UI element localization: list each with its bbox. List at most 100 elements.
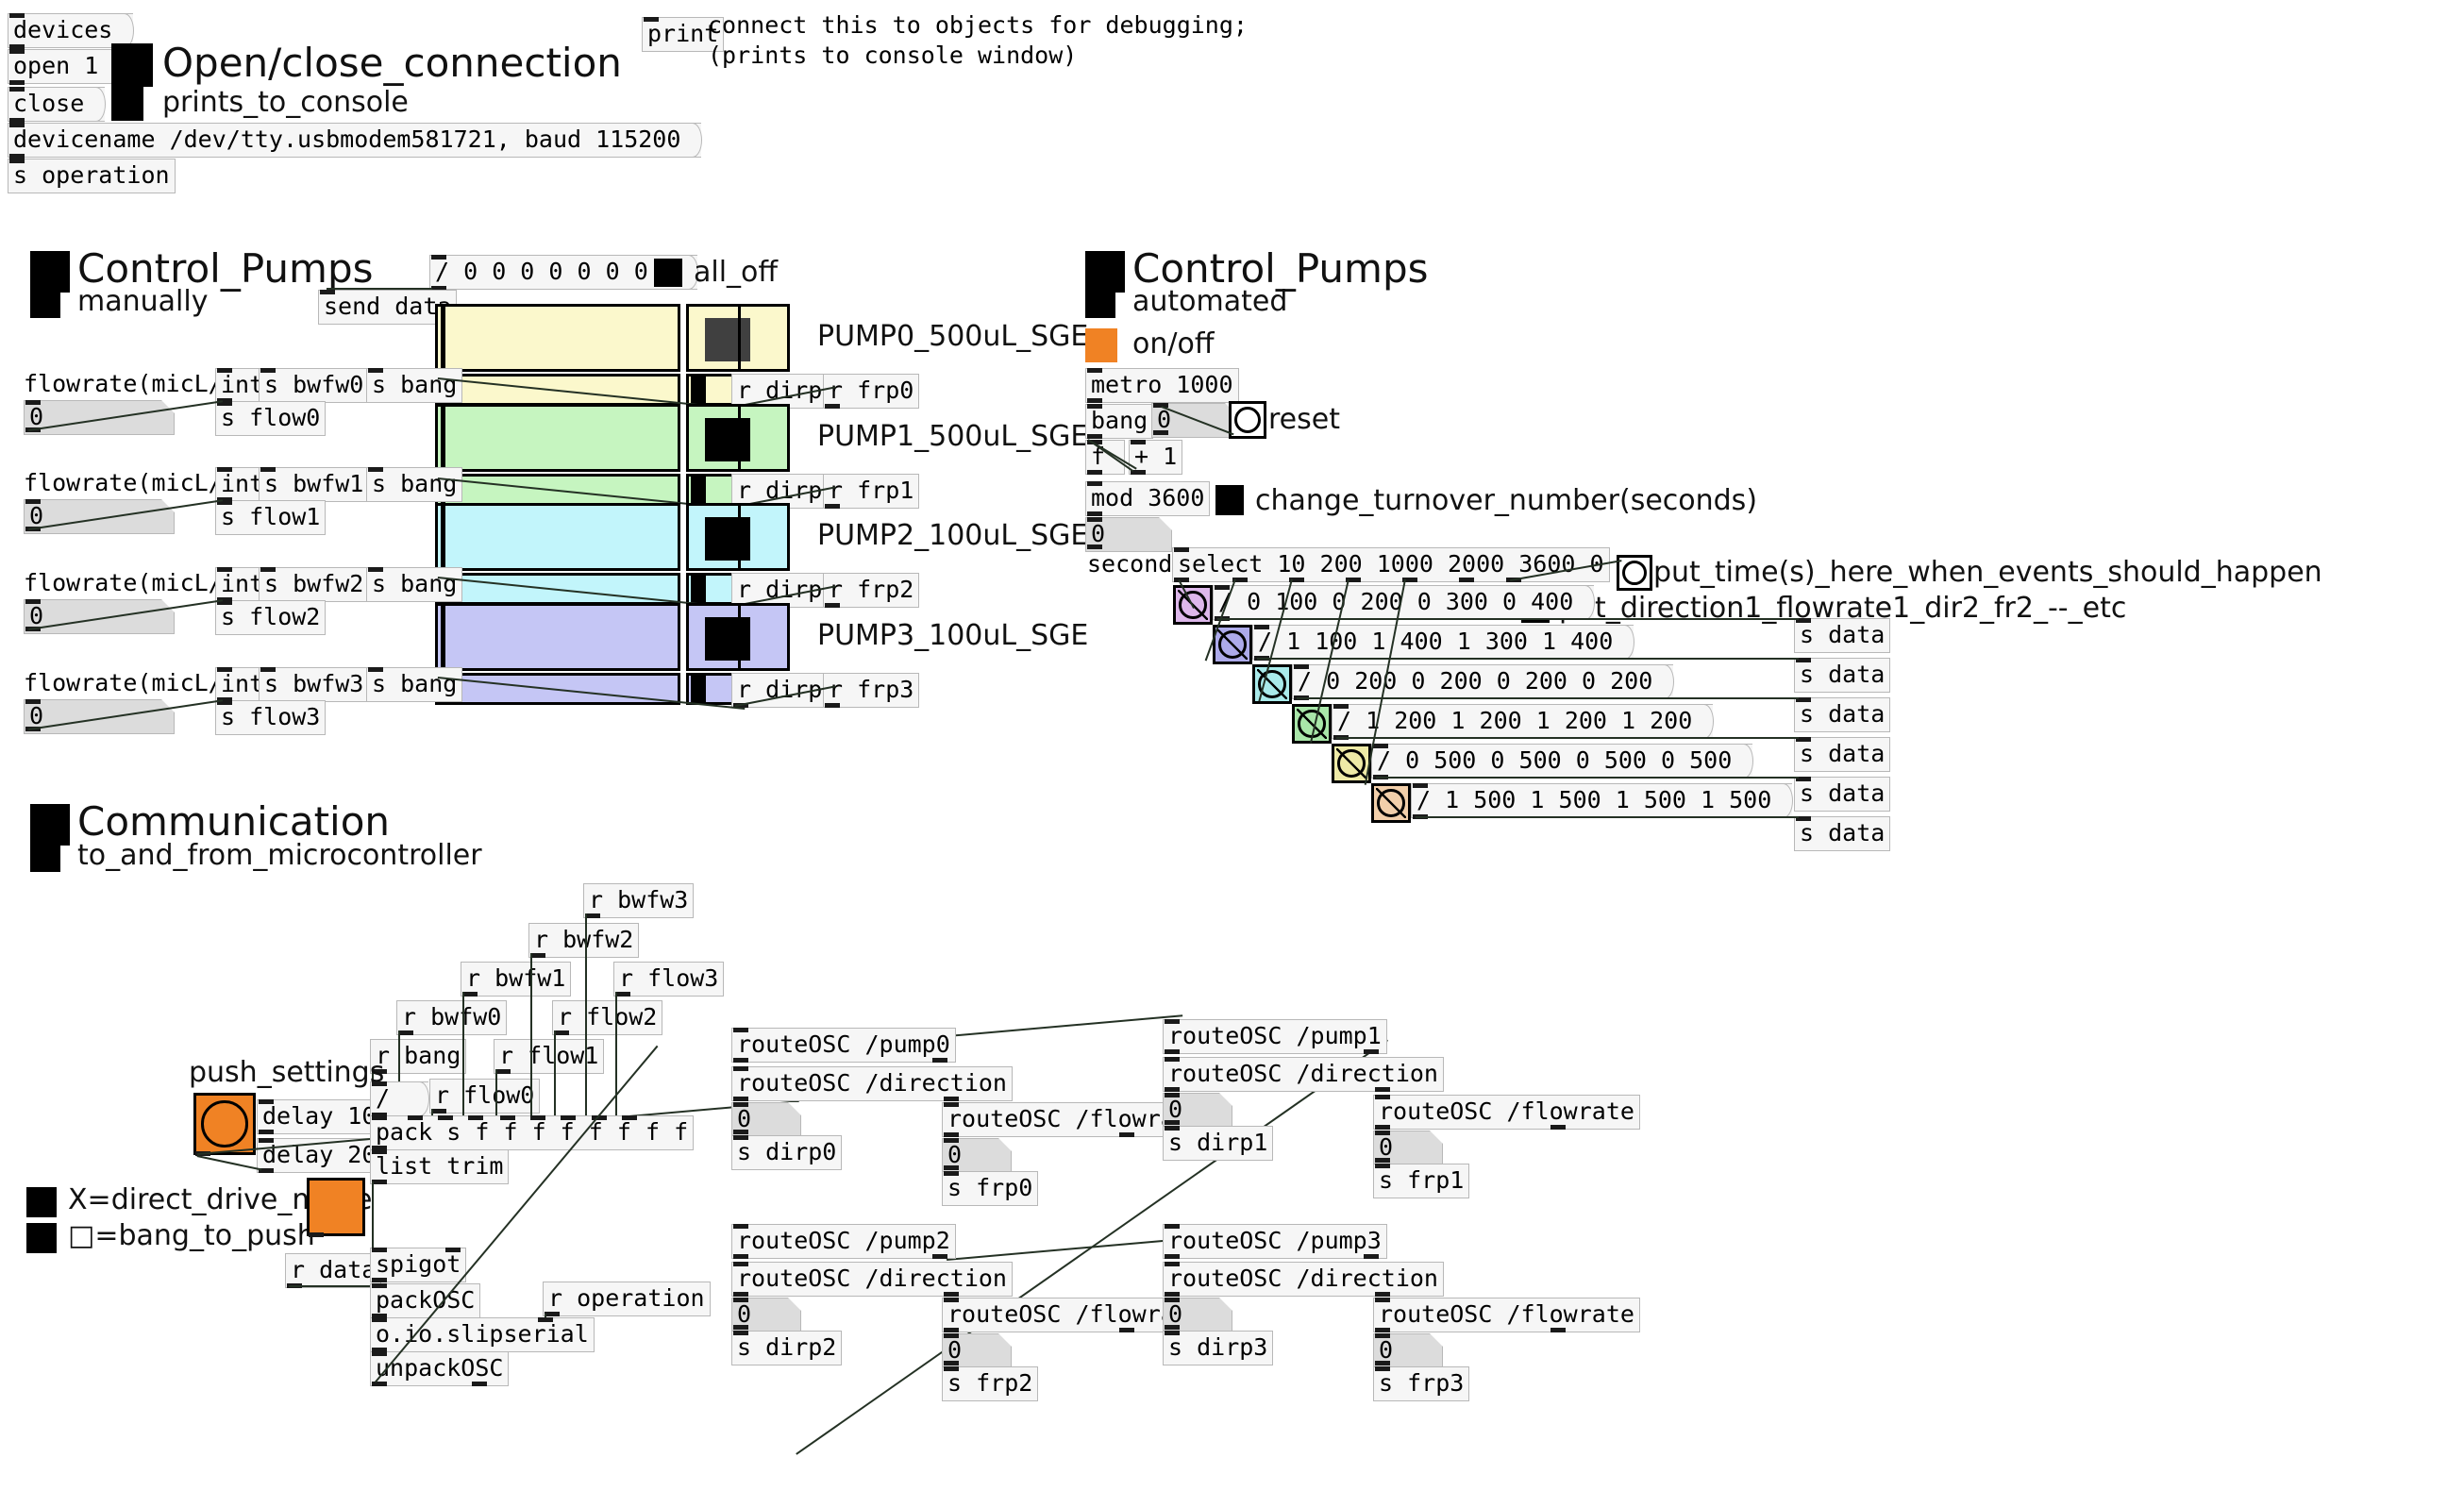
close-message[interactable]: close [8,87,107,122]
patch-cord [585,913,587,1116]
pump1-flowrate-number[interactable]: 0 [24,499,175,534]
automated-subtitle-toggle[interactable] [1085,286,1115,318]
pump2-direction-toggle[interactable] [686,503,790,571]
send-dirp2-object[interactable]: s dirp2 [731,1331,843,1365]
inlet [1087,368,1102,373]
routeosc-direction2-object[interactable]: routeOSC /direction [731,1262,1013,1297]
routeosc-pump1-object[interactable]: routeOSC /pump1 [1163,1019,1387,1054]
slash-message[interactable]: / [370,1081,429,1116]
event-4-message[interactable]: / 0 500 0 500 0 500 0 500 [1371,744,1754,779]
outlet [944,1165,959,1170]
pump2-flowrate-slider[interactable] [435,503,680,571]
pump3-flowrate-number[interactable]: 0 [24,699,175,734]
send-frp3-object[interactable]: s frp3 [1373,1366,1470,1401]
pump0-send-bwfw[interactable]: s bwfw0 [259,368,370,403]
inlet [944,1366,959,1371]
connection-subtitle-toggle[interactable] [111,87,143,121]
outlet [944,1361,959,1365]
slider-knob [441,407,445,469]
open-message[interactable]: open 1 [8,49,121,84]
receive-operation-object[interactable]: r operation [543,1282,711,1316]
pump1-flowrate-slider[interactable] [435,404,680,472]
pump1-send-bang[interactable]: s bang [366,467,463,502]
event-1-message[interactable]: / 1 100 1 400 1 300 1 400 [1252,625,1635,660]
outlet [825,703,840,708]
event-2-message[interactable]: / 0 200 0 200 0 200 0 200 [1292,664,1675,699]
mod-object[interactable]: mod 3600 [1085,481,1211,516]
direct-drive-toggle-large[interactable] [307,1178,365,1236]
send-operation-object[interactable]: s operation [8,159,176,193]
event-2-send-data[interactable]: s data [1794,697,1891,732]
pump1-send-flow[interactable]: s flow1 [215,500,327,535]
bang-to-push-toggle[interactable] [26,1223,57,1253]
pump0-flowrate-slider[interactable] [435,304,680,372]
event-3-message[interactable]: / 1 200 1 200 1 200 1 200 [1332,704,1715,739]
pump2-label: PUMP2_100uL_SGE [817,519,1089,552]
connection-title-toggle[interactable] [111,43,153,87]
send-dirp3-object[interactable]: s dirp3 [1163,1331,1274,1365]
put-time-bang[interactable] [1617,555,1652,591]
pump3-label: PUMP3_100uL_SGE [817,619,1089,652]
inlet [1165,1057,1180,1062]
slider-knob [441,307,445,369]
routeosc-flowrate3-object[interactable]: routeOSC /flowrate [1373,1298,1640,1332]
devicename-message[interactable]: devicename /dev/tty.usbmodem581721, baud… [8,123,703,158]
routeosc-direction3-object[interactable]: routeOSC /direction [1163,1262,1444,1297]
inlet [372,1248,387,1252]
communication-subtitle-toggle[interactable] [30,840,60,872]
routeosc-direction0-object[interactable]: routeOSC /direction [731,1066,1013,1101]
pump1-direction-toggle[interactable] [686,404,790,472]
pump3-flowrate-slider[interactable] [435,603,680,671]
event-5-bang[interactable] [1371,783,1411,823]
list-trim-object[interactable]: list trim [370,1149,510,1184]
pump2-send-flow[interactable]: s flow2 [215,600,327,635]
routeosc-pump3-object[interactable]: routeOSC /pump3 [1163,1224,1387,1259]
reset-bang[interactable] [1229,401,1266,439]
pump0-send-flow[interactable]: s flow0 [215,401,327,436]
pack-object[interactable]: pack s f f f f f f f f [370,1115,695,1150]
pump2-send-bang[interactable]: s bang [366,567,463,602]
outlet [825,504,840,509]
all-off-toggle[interactable] [654,259,682,287]
pump2-send-bwfw[interactable]: s bwfw2 [259,567,370,602]
send-frp2-object[interactable]: s frp2 [942,1366,1039,1401]
pump3-send-bang[interactable]: s bang [366,667,463,702]
pump2-flowrate-number[interactable]: 0 [24,599,175,634]
event-3-send-data[interactable]: s data [1794,737,1891,772]
automated-onoff-toggle[interactable] [1085,328,1117,362]
pump3-send-flow[interactable]: s flow3 [215,700,327,735]
pump0-send-bang[interactable]: s bang [366,368,463,403]
bang-to-push-legend: □=bang_to_push [68,1219,315,1252]
unpackosc-object[interactable]: unpackOSC [370,1351,510,1386]
pump3-send-bwfw[interactable]: s bwfw3 [259,667,370,702]
inlet [1373,744,1388,748]
metro-object[interactable]: metro 1000 [1085,368,1239,403]
push-settings-label: push_settings [189,1056,385,1089]
pump0-flowrate-number[interactable]: 0 [24,400,175,435]
turnover-toggle[interactable] [1215,485,1244,515]
pump0-direction-toggle[interactable] [686,304,790,372]
manual-subtitle-toggle[interactable] [30,286,60,318]
pump1-send-bwfw[interactable]: s bwfw1 [259,467,370,502]
send-frp0-object[interactable]: s frp0 [942,1171,1039,1206]
event-5-send-data[interactable]: s data [1794,816,1891,851]
routeosc-pump0-object[interactable]: routeOSC /pump0 [731,1028,956,1063]
event-1-bang[interactable] [1213,625,1252,664]
outlet [1364,1049,1379,1054]
event-4-send-data[interactable]: s data [1794,777,1891,812]
outlet [825,404,840,409]
routeosc-flowrate1-object[interactable]: routeOSC /flowrate [1373,1095,1640,1130]
event-0-send-data[interactable]: s data [1794,618,1891,653]
pump3-direction-toggle[interactable] [686,603,790,671]
send-dirp0-object[interactable]: s dirp0 [731,1135,843,1170]
send-dirp1-object[interactable]: s dirp1 [1163,1126,1274,1161]
direct-drive-mode-toggle[interactable] [26,1187,57,1217]
event-1-send-data[interactable]: s data [1794,658,1891,693]
patch-cord [462,992,464,1116]
send-frp1-object[interactable]: s frp1 [1373,1164,1470,1198]
event-5-message[interactable]: / 1 500 1 500 1 500 1 500 [1411,783,1794,818]
routeosc-pump2-object[interactable]: routeOSC /pump2 [731,1224,956,1259]
routeosc-direction1-object[interactable]: routeOSC /direction [1163,1057,1444,1092]
push-settings-bang[interactable] [193,1093,256,1155]
patch-cord [1416,816,1799,818]
